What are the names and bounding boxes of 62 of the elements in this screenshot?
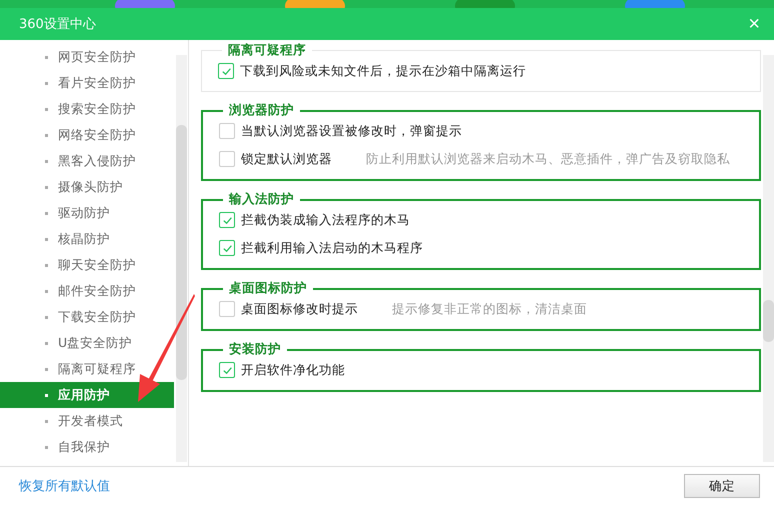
option-label: 开启软件净化功能 [241,362,345,378]
checkmark-icon [222,364,232,376]
ok-button[interactable]: 确定 [684,474,760,498]
bullet-icon [45,446,48,448]
option-label: 拦截利用输入法启动的木马程序 [241,240,423,256]
checkmark-icon [222,242,232,254]
bullet-icon [45,160,48,162]
sidebar-item[interactable]: 网页安全防护 [0,44,174,70]
restore-defaults-link[interactable]: 恢复所有默认值 [19,477,110,495]
sidebar-item[interactable]: U盘安全防护 [0,330,174,356]
sidebar-item[interactable]: 黑客入侵防护 [0,148,174,174]
sidebar-item[interactable]: 下载安全防护 [0,304,174,330]
bullet-icon [45,394,48,396]
checkbox[interactable] [219,301,235,317]
checkmark-icon [220,66,232,76]
checkbox[interactable] [219,240,235,256]
sidebar-item[interactable]: 驱动防护 [0,200,174,226]
bullet-icon [45,212,48,214]
bullet-icon [45,342,48,344]
sidebar-item[interactable]: 聊天安全防护 [0,252,174,278]
option-label: 锁定默认浏览器 [241,150,332,168]
option-label: 桌面图标修改时提示 [241,300,358,318]
sidebar-item[interactable]: 看片安全防护 [0,70,174,96]
checkmark-icon [222,214,232,226]
bullet-icon [45,316,48,318]
checkbox[interactable] [219,362,235,378]
window-title: 360设置中心 [19,16,96,33]
bullet-icon [45,82,48,84]
bullet-icon [45,264,48,266]
option-label: 拦截伪装成输入法程序的木马 [241,212,410,228]
sidebar-item[interactable]: 自我保护 [0,434,174,460]
group-title: 浏览器防护 [228,102,295,119]
sidebar-item[interactable]: 隔离可疑程序 [0,356,174,382]
checkbox[interactable] [218,63,234,79]
sidebar-item[interactable]: 核晶防护 [0,226,174,252]
group-title: 隔离可疑程序 [227,42,307,59]
checkbox[interactable] [219,212,235,228]
bullet-icon [45,368,48,370]
bullet-icon [45,290,48,292]
option-hint: 提示修复非正常的图标，清洁桌面 [392,300,587,318]
option-label: 当默认浏览器设置被修改时，弹窗提示 [241,122,462,140]
bullet-icon [45,186,48,188]
checkbox[interactable] [219,151,235,167]
scrollbar[interactable] [763,55,774,462]
sidebar-item[interactable]: 应用防护 [0,382,174,408]
group-title: 安装防护 [228,341,282,358]
group-title: 输入法防护 [228,191,295,208]
sidebar-item[interactable]: 搜索安全防护 [0,96,174,122]
bullet-icon [45,238,48,240]
checkbox[interactable] [219,123,235,139]
bullet-icon [45,420,48,422]
sidebar-item[interactable]: 网络安全防护 [0,122,174,148]
sidebar-item[interactable]: 邮件安全防护 [0,278,174,304]
sidebar-item[interactable]: 开发者模式 [0,408,174,434]
option-hint: 防止利用默认浏览器来启动木马、恶意插件，弹广告及窃取隐私 [366,150,730,168]
sidebar-item[interactable]: 摄像头防护 [0,174,174,200]
bullet-icon [45,56,48,58]
scrollbar[interactable] [176,55,187,462]
bullet-icon [45,134,48,136]
option-label: 下载到风险或未知文件后，提示在沙箱中隔离运行 [240,62,526,80]
bullet-icon [45,108,48,110]
group-title: 桌面图标防护 [228,280,308,297]
